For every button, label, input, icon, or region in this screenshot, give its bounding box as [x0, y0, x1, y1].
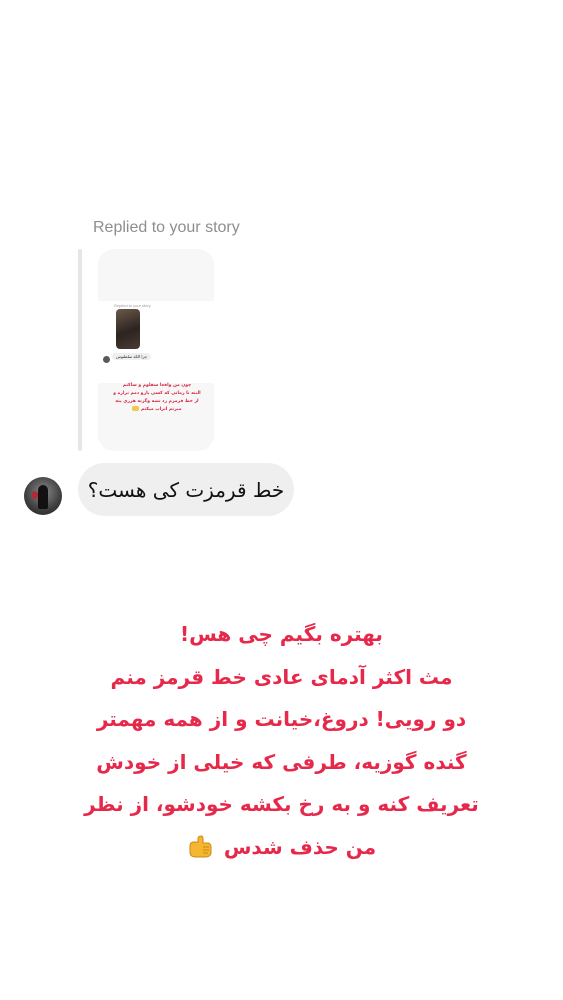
story-preview-thumbnail[interactable]: Replied to your story چرا الکه سلطنوس چو…	[98, 249, 214, 451]
story-preview-photo	[116, 309, 140, 349]
story-preview-red-text: چون من واقعا سقلوم و ساکتم البته تا زمان…	[106, 382, 208, 414]
story-preview-avatar	[103, 356, 110, 363]
caption-line: من حذف شدس	[223, 834, 377, 859]
caption-line: بهتره بگیم چی هس!	[180, 622, 383, 646]
quote-bar	[78, 249, 82, 451]
story-preview-line: چون من واقعا سقلوم و ساکتم	[122, 383, 192, 388]
caption-line: تعریف کنه و به رخ بکشه خودشو، از نظر	[84, 792, 479, 816]
caption-line: مث اکثر آدمای عادی خط قرمز منم	[110, 664, 453, 689]
caption-line: گنده گوزیه، طرفی که خیلی از خودش	[96, 749, 467, 774]
message-bubble[interactable]: خط قرمزت کی هست؟	[78, 463, 294, 516]
call-me-hand-icon	[189, 834, 212, 857]
avatar-figure	[38, 485, 48, 509]
sender-avatar[interactable]	[24, 477, 62, 515]
story-preview-line: میزنم اتراب میکنم	[106, 406, 208, 414]
caption-line: دو رویی! دروغ،خیانت و از همه مهمتر	[96, 707, 467, 731]
story-caption: بهتره بگیم چی هس! مث اکثر آدمای عادی خط …	[60, 613, 503, 868]
story-preview-line: البته تا زمانی که کسی پارو دمم نزاره و	[113, 391, 201, 396]
message-text: خط قرمزت کی هست؟	[87, 477, 285, 502]
caption-last-line: من حذف شدس	[60, 826, 503, 869]
replied-to-story-label: Replied to your story	[93, 219, 240, 236]
story-preview-reply-bubble: چرا الکه سلطنوس	[112, 353, 152, 360]
thumbs-emoji-icon	[132, 406, 140, 411]
story-preview-line: از خط قرمزم رد نشه وگرنه هرری پته	[115, 399, 199, 404]
story-preview-label: Replied to your story	[114, 303, 151, 308]
